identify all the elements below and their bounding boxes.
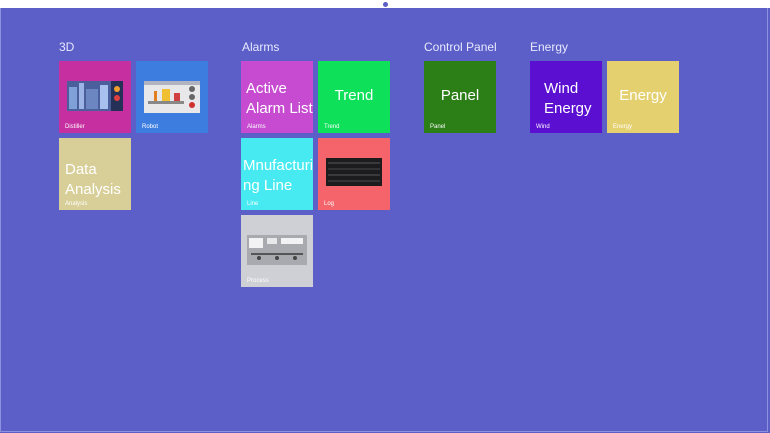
tile-caption: Wind xyxy=(536,124,550,130)
tile-title-line-2: Alarm List xyxy=(246,100,313,117)
tile-title: Energy xyxy=(619,87,667,104)
tile-caption: Log xyxy=(324,201,335,207)
tile-title-line-2: Energy xyxy=(544,100,592,117)
tile-title-line-2: Analysis xyxy=(65,181,121,198)
robot-thumbnail xyxy=(144,81,200,113)
tile-process[interactable]: Process xyxy=(241,215,313,287)
tile-caption: Trend xyxy=(324,124,340,130)
tile-log[interactable]: Log xyxy=(318,138,390,210)
tile-caption: Panel xyxy=(430,124,446,130)
tile-caption: Analysis xyxy=(65,201,88,207)
tile-caption: Alarms xyxy=(247,124,266,130)
tile-trend[interactable]: Trend Trend xyxy=(318,61,390,133)
group-title-energy: Energy xyxy=(530,40,569,54)
tile-title: Panel xyxy=(440,87,480,104)
tile-data-analysis[interactable]: Data Analysis Analysis xyxy=(59,138,131,210)
tile-caption: Distiller xyxy=(65,124,85,130)
tile-caption: Process xyxy=(247,278,269,284)
tile-title-line-2: ng Line xyxy=(243,177,293,194)
group-title-3d: 3D xyxy=(59,40,75,54)
tile-panel[interactable]: Panel Panel xyxy=(424,61,496,133)
tile-title-line-1: Wind xyxy=(544,80,579,97)
scroll-position-indicator[interactable] xyxy=(383,2,388,7)
tile-robot[interactable]: Robot xyxy=(136,61,208,133)
tile-title-line-1: Mnufacturi xyxy=(243,157,313,174)
log-thumbnail xyxy=(326,158,382,186)
process-thumbnail xyxy=(247,235,307,265)
tile-title-line-1: Data xyxy=(65,161,97,178)
tile-caption: Energy xyxy=(613,124,633,130)
distiller-thumbnail xyxy=(67,81,123,111)
top-scroll-bar[interactable] xyxy=(0,0,770,8)
tile-title-line-1: Active xyxy=(246,80,287,97)
tile-caption: Robot xyxy=(142,124,159,130)
tile-title: Trend xyxy=(334,87,374,104)
tile-active-alarm-list[interactable]: Active Alarm List Alarms xyxy=(241,61,313,133)
group-title-alarms: Alarms xyxy=(242,40,280,54)
tile-caption: Line xyxy=(247,201,259,207)
group-title-control-panel: Control Panel xyxy=(424,40,496,54)
tile-distiller[interactable]: Distiller xyxy=(59,61,131,133)
tile-energy[interactable]: Energy Energy xyxy=(607,61,679,133)
tile-wind-energy[interactable]: Wind Energy Wind xyxy=(530,61,602,133)
tile-manufacturing-line[interactable]: Mnufacturi ng Line Line xyxy=(241,138,313,210)
